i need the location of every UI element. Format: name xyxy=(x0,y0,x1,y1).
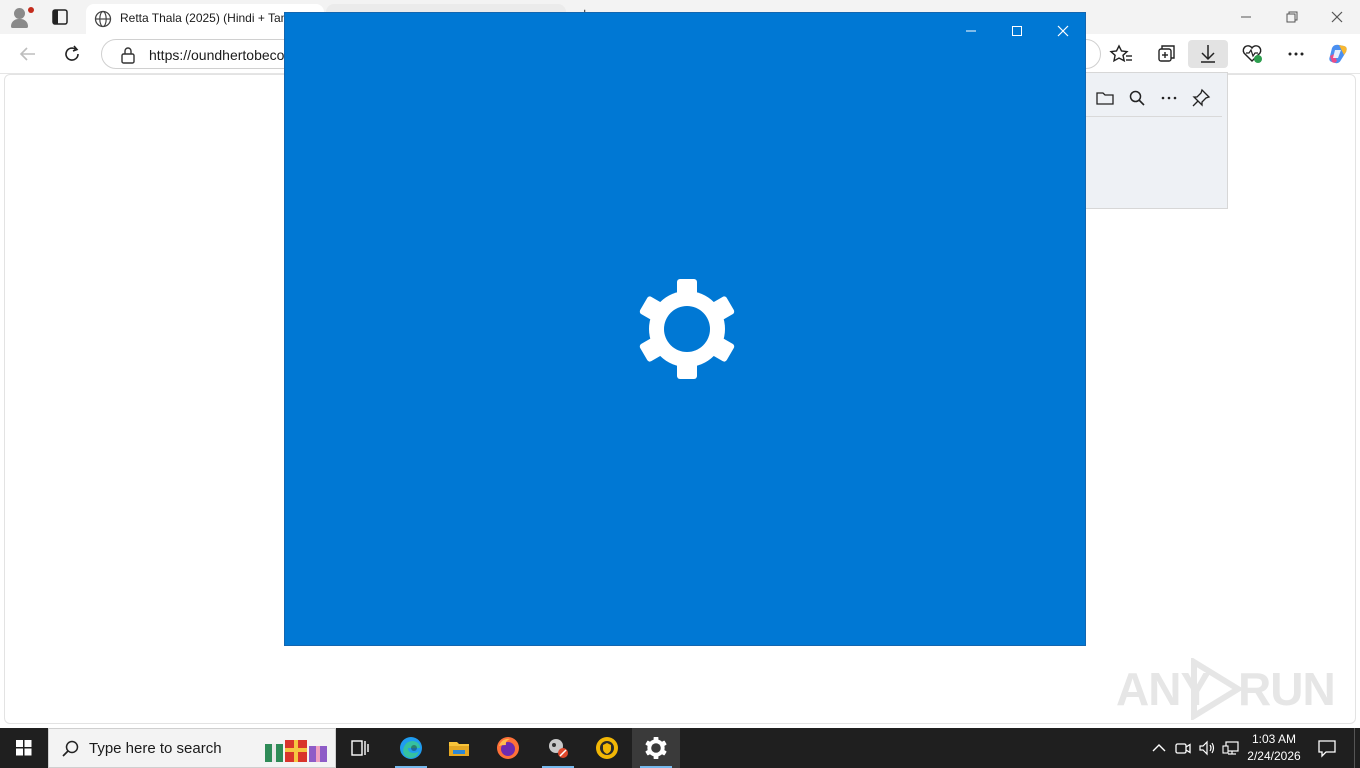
edge-browser-icon[interactable] xyxy=(387,728,435,768)
more-downloads-options-icon[interactable] xyxy=(1158,87,1180,109)
globe-icon xyxy=(94,10,112,33)
browser-essentials-icon[interactable] xyxy=(1238,40,1268,68)
close-icon[interactable] xyxy=(1325,6,1349,28)
window-close-icon[interactable] xyxy=(1051,21,1075,41)
downloads-icon[interactable] xyxy=(1188,40,1228,68)
settings-app-icon[interactable] xyxy=(632,728,680,768)
search-placeholder: Type here to search xyxy=(89,740,222,757)
favorites-star-icon[interactable] xyxy=(1106,40,1136,68)
clock-time: 1:03 AM xyxy=(1251,732,1297,746)
downloads-panel xyxy=(1086,72,1228,209)
system-clock[interactable]: 1:03 AM 2/24/2026 xyxy=(1238,731,1310,765)
security-app-icon[interactable] xyxy=(583,728,631,768)
copilot-icon[interactable] xyxy=(1324,40,1354,68)
refresh-icon[interactable] xyxy=(60,42,84,66)
taskbar: Type here to search 1:03 AM 2/24/2026 xyxy=(0,728,1360,768)
collections-icon[interactable] xyxy=(1150,40,1180,68)
divider xyxy=(1086,116,1222,117)
firefox-icon[interactable] xyxy=(484,728,532,768)
meet-now-icon[interactable] xyxy=(1173,738,1193,758)
taskbar-search-box[interactable]: Type here to search xyxy=(48,728,336,768)
chevron-up-icon[interactable] xyxy=(1149,738,1169,758)
show-desktop-button[interactable] xyxy=(1354,728,1360,768)
anyrun-watermark: ANY RUN xyxy=(1116,658,1336,720)
settings-window xyxy=(284,12,1086,646)
start-button[interactable] xyxy=(0,728,48,768)
pin-icon[interactable] xyxy=(1190,87,1212,109)
minimize-icon[interactable] xyxy=(1234,6,1258,28)
task-view-icon[interactable] xyxy=(336,728,384,768)
profile-avatar-icon[interactable] xyxy=(8,5,34,29)
more-options-icon[interactable] xyxy=(1282,40,1312,68)
search-icon xyxy=(61,739,81,764)
gear-icon xyxy=(637,279,737,379)
notification-center-icon[interactable] xyxy=(1316,738,1338,758)
lock-icon[interactable] xyxy=(120,46,136,69)
url-text: https://oundhertobeco xyxy=(149,47,285,63)
open-folder-icon[interactable] xyxy=(1094,87,1116,109)
gift-boxes-icon xyxy=(263,734,333,764)
file-explorer-icon[interactable] xyxy=(435,728,483,768)
clock-date: 2/24/2026 xyxy=(1247,749,1301,763)
malware-app-icon[interactable] xyxy=(534,728,582,768)
restore-icon[interactable] xyxy=(1280,6,1304,28)
search-downloads-icon[interactable] xyxy=(1126,87,1148,109)
volume-icon[interactable] xyxy=(1197,738,1217,758)
window-minimize-icon[interactable] xyxy=(959,21,983,41)
back-arrow-icon[interactable] xyxy=(16,42,40,66)
tab-actions-icon[interactable] xyxy=(50,7,70,27)
window-maximize-icon[interactable] xyxy=(1005,21,1029,41)
